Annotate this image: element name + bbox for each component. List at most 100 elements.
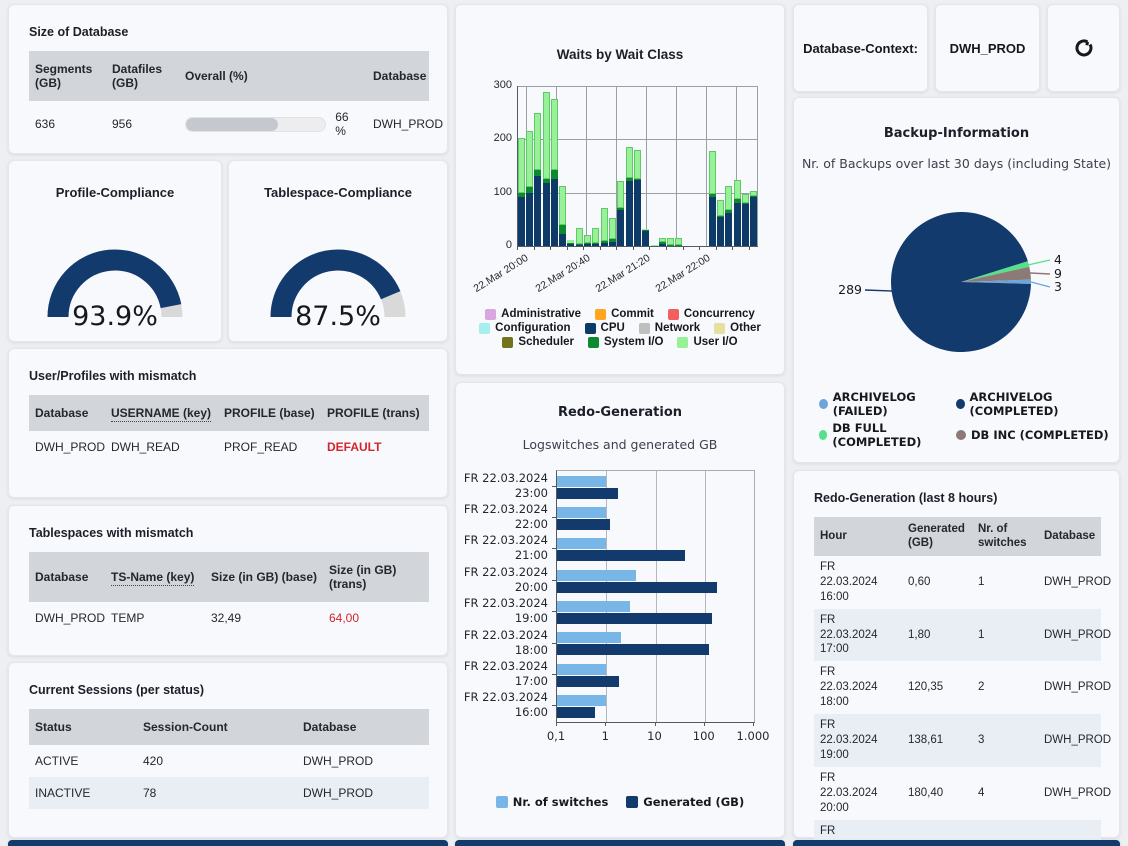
legend-label: Configuration [495,322,570,334]
waits-plot [517,86,758,246]
table-cell: 4 [972,767,1038,820]
bar-segment-user-i-o [534,113,541,170]
refresh-button[interactable] [1047,4,1120,92]
legend-item: Concurrency [668,308,755,320]
bar-segment-system-i-o [675,245,682,246]
column-header: Size (in GB) (base) [205,552,323,602]
x-axis-label: 22.Mar 21:20 [594,252,653,295]
x-axis-tick: 100 [682,729,726,743]
panel-user-profiles-mismatch: User/Profiles with mismatch DatabaseUSER… [8,348,448,498]
table-cell: DWH_READ [105,431,218,463]
category-tick [552,674,556,675]
redo-plot [556,470,755,723]
table-cell: DWH_PROD [1038,609,1101,662]
table-cell: DWH_PROD [29,431,105,463]
stacked-bar [609,218,616,246]
legend-label: ARCHIVELOG (COMPLETED) [970,390,1120,418]
bar-segment-user-i-o [742,194,749,203]
bar-segment-system-i-o [559,225,566,235]
data-table: HourGenerated (GB)Nr. of switchesDatabas… [814,517,1101,846]
legend-swatch [588,337,599,348]
legend-dot [956,399,965,409]
category-label: FR 22.03.2024 22:00 [460,502,548,532]
column-header: Database [29,552,105,602]
category-label: FR 22.03.2024 23:00 [460,471,548,501]
panel-title: Current Sessions (per status) [29,683,427,697]
table-cell: DWH_PROD [1038,556,1101,609]
profile-compliance-gauge: 93.9% [35,233,195,335]
switches-bar [557,664,606,675]
column-header: PROFILE (trans) [321,395,429,431]
stacked-bar [634,150,641,246]
table-cell: FR 22.03.2024 19:00 [814,714,902,767]
chart-subtitle: Logswitches and generated GB [456,437,784,452]
x-axis-label: 22.Mar 22:00 [654,252,713,295]
legend-label: Commit [611,308,654,320]
column-header: Status [29,709,137,745]
legend-swatch [677,337,688,348]
bar-segment-system-i-o [534,170,541,176]
bar-segment-cpu [709,197,716,246]
table-header-row: DatabaseTS-Name (key)Size (in GB) (base)… [29,552,429,602]
stacked-bar [626,147,633,246]
stacked-bar [667,238,674,246]
table-cell: PROF_READ [218,431,321,463]
bar-segment-system-i-o [717,216,724,217]
dashboard: Size of Database Segments (GB)Datafiles … [0,0,1128,846]
legend-label: Concurrency [684,308,755,320]
table-cell: 1 [972,609,1038,662]
x-tick-mark [605,722,606,726]
bar-segment-system-i-o [609,239,616,242]
bar-segment-user-i-o [675,238,682,245]
column-header: Session-Count [137,709,297,745]
stacked-bar [742,194,749,246]
category-label: FR 22.03.2024 21:00 [460,533,548,563]
database-context-value-card[interactable]: DWH_PROD [935,4,1040,92]
bar-segment-cpu [734,203,741,246]
x-axis-tick: 10 [633,729,677,743]
generated-bar [557,644,709,655]
table-cell: 636 [29,101,106,147]
chart-title: Redo-Generation [456,405,784,420]
bar-segment-system-i-o [725,210,732,213]
legend-swatch [626,796,638,808]
category-label: FR 22.03.2024 18:00 [460,628,548,658]
generated-bar [557,707,595,718]
bar-segment-user-i-o [725,186,732,211]
bar-segment-user-i-o [642,229,649,230]
bar-segment-system-i-o [634,179,641,180]
y-axis-tick: 100 [478,186,512,198]
column-header: Database [29,395,105,431]
bar-segment-cpu [518,197,525,246]
bar-segment-user-i-o [659,238,666,242]
table-cell: 0,60 [902,556,972,609]
overall-progress: 66 % [185,110,361,138]
legend-item: Configuration [479,322,570,334]
category-tick [552,548,556,549]
panel-tablespaces-mismatch: Tablespaces with mismatch DatabaseTS-Nam… [8,505,448,656]
legend-item: DB INC (COMPLETED) [956,421,1119,449]
x-axis-tick: 1.000 [731,729,775,743]
table-cell: FR 22.03.2024 17:00 [814,609,902,662]
generated-bar [557,550,685,561]
table-cell: 138,61 [902,714,972,767]
table-row: 63695666 %DWH_PROD [29,101,429,147]
column-header: Overall (%) [179,51,367,101]
panel-title: Tablespace-Compliance [264,185,412,200]
legend-swatch [714,323,725,334]
table-row: FR 22.03.2024 18:00120,352DWH_PROD [814,661,1101,714]
database-context-label-card: Database-Context: [793,4,928,92]
table-header-row: StatusSession-CountDatabase [29,709,429,745]
bar-segment-user-i-o [601,208,608,242]
bar-segment-cpu [551,179,558,246]
switches-bar [557,632,621,643]
panel-title: Redo-Generation (last 8 hours) [814,491,1099,505]
x-axis-label: 22.Mar 20:40 [534,252,593,295]
stacked-bar [543,92,550,246]
table-header-row: DatabaseUSERNAME (key)PROFILE (base)PROF… [29,395,429,431]
table-cell: DEFAULT [321,431,429,463]
column-header: TS-Name (key) [105,552,205,602]
stacked-bar [659,238,666,246]
bar-segment-user-i-o [584,235,591,243]
table-cell: FR 22.03.2024 16:00 [814,556,902,609]
